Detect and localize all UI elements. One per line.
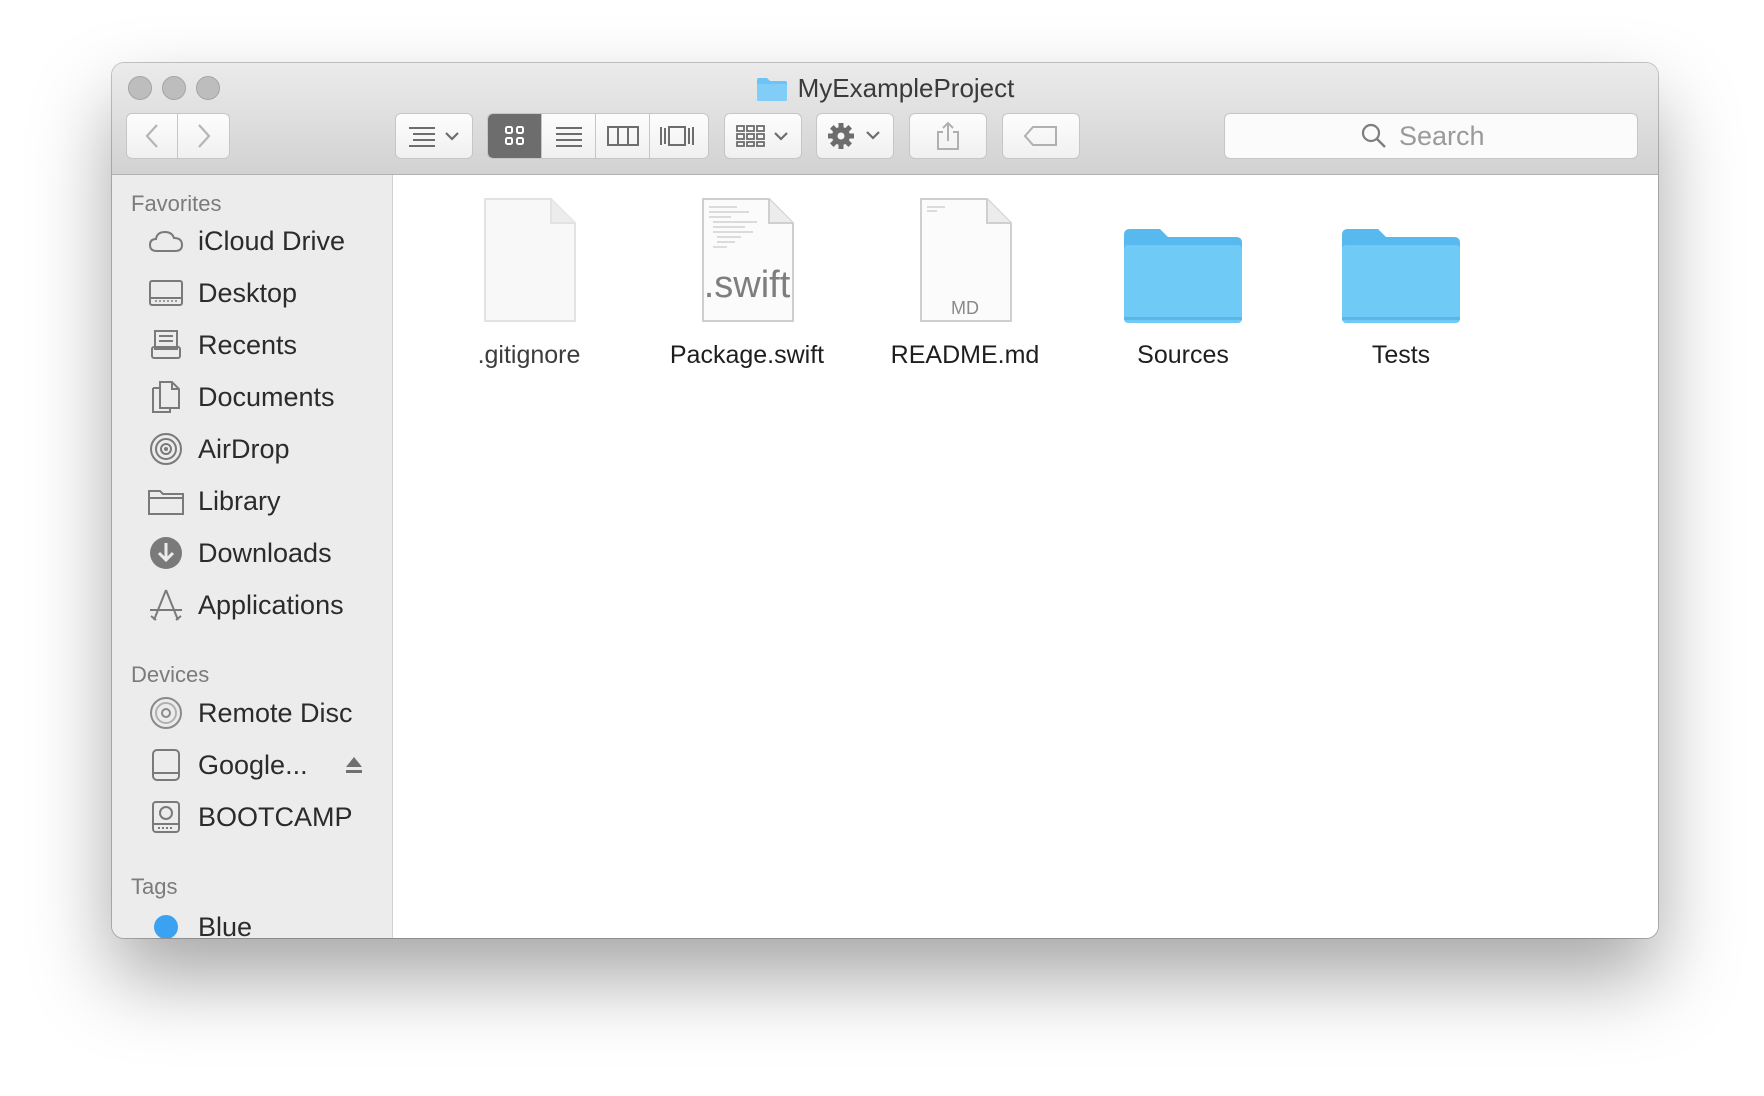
navigation-buttons: [126, 113, 230, 159]
arrange-menu-button[interactable]: [395, 113, 473, 159]
file-name: README.md: [890, 341, 1040, 369]
sidebar-item-applications[interactable]: Applications: [148, 583, 344, 627]
share-button[interactable]: [909, 113, 987, 159]
sidebar-item-google-drive[interactable]: Google...: [148, 743, 380, 787]
view-mode-control: [487, 113, 709, 159]
sidebar-item-recents[interactable]: Recents: [148, 323, 297, 367]
blank-file-icon: [484, 198, 576, 322]
chevron-right-icon: [197, 124, 210, 148]
group-icon: [736, 125, 788, 147]
sidebar-item-label: Library: [198, 485, 281, 516]
file-item-tests[interactable]: Tests: [1301, 185, 1501, 370]
drive-icon: [148, 747, 184, 783]
finder-window: MyExampleProject Search Favorites iCloud…: [112, 63, 1658, 938]
sidebar-item-remote-disc[interactable]: Remote Disc: [148, 691, 353, 735]
file-name: Sources: [1137, 341, 1229, 369]
file-name: Tests: [1371, 341, 1431, 369]
cloud-icon: [148, 223, 184, 259]
airdrop-icon: [148, 431, 184, 467]
sidebar-item-library[interactable]: Library: [148, 479, 281, 523]
columns-icon: [606, 126, 639, 146]
sidebar-section-devices: Devices: [131, 662, 210, 687]
sidebar-item-label: iCloud Drive: [198, 225, 346, 256]
desktop-icon: [148, 275, 184, 311]
sidebar-item-bootcamp[interactable]: BOOTCAMP: [148, 795, 353, 839]
search-input[interactable]: [1397, 119, 1501, 153]
applications-icon: [148, 587, 184, 623]
back-button[interactable]: [127, 114, 179, 158]
folder-icon: [756, 77, 787, 101]
sidebar-item-label: AirDrop: [198, 433, 290, 464]
search-field[interactable]: [1224, 113, 1638, 159]
sidebar-item-label: BOOTCAMP: [198, 801, 353, 832]
list-view-button[interactable]: [542, 114, 596, 158]
forward-button[interactable]: [178, 114, 229, 158]
sidebar-section-tags: Tags: [131, 874, 178, 899]
sidebar-item-airdrop[interactable]: AirDrop: [148, 427, 290, 471]
sidebar-item-desktop[interactable]: Desktop: [148, 271, 297, 315]
sidebar-item-label: Desktop: [198, 277, 298, 308]
downloads-icon: [148, 535, 184, 571]
icon-view-button[interactable]: [488, 114, 542, 158]
file-item-package-swift[interactable]: .swift Package.swift: [647, 185, 847, 370]
chevron-left-icon: [145, 124, 158, 148]
action-menu-button[interactable]: [816, 113, 894, 159]
file-name: .gitignore: [477, 341, 581, 369]
cover-flow-icon: [660, 126, 694, 146]
tag-button[interactable]: [1002, 113, 1080, 159]
sidebar-item-downloads[interactable]: Downloads: [148, 531, 332, 575]
sidebar-item-label: Documents: [198, 381, 335, 412]
list-options-icon: [409, 127, 459, 147]
titlebar: MyExampleProject: [112, 63, 1658, 175]
folder-icon: [1342, 229, 1460, 323]
eject-icon[interactable]: [344, 751, 364, 782]
sidebar-item-label: Recents: [198, 329, 298, 360]
sidebar-item-label: Applications: [198, 589, 344, 620]
sidebar-item-label: Google...: [198, 749, 308, 780]
file-name: Package.swift: [669, 341, 825, 369]
sidebar-item-label: Downloads: [198, 537, 332, 568]
sidebar: Favorites iCloud Drive Desktop Recents D…: [112, 175, 393, 938]
sidebar-section-favorites: Favorites: [131, 191, 222, 216]
folder-icon: [148, 483, 184, 519]
sidebar-item-label: Remote Disc: [198, 697, 353, 728]
disc-icon: [148, 695, 184, 731]
column-view-button[interactable]: [596, 114, 650, 158]
search-icon: [1361, 123, 1386, 148]
sidebar-item-label: Blue: [198, 911, 253, 939]
file-item-sources[interactable]: Sources: [1083, 185, 1283, 370]
tag-color-dot: [148, 909, 184, 938]
cover-flow-view-button[interactable]: [650, 114, 704, 158]
share-icon: [937, 121, 959, 150]
hard-drive-icon: [148, 799, 184, 835]
sidebar-item-icloud-drive[interactable]: iCloud Drive: [148, 219, 345, 263]
window-title: MyExampleProject: [797, 73, 1015, 103]
file-browser-area: .gitignore .swift Package.swift MD READM…: [393, 175, 1658, 938]
documents-icon: [148, 379, 184, 415]
grid-icon: [504, 126, 524, 145]
window-title-area: MyExampleProject: [112, 73, 1658, 104]
file-type-badge: MD: [951, 298, 979, 318]
group-menu-button[interactable]: [724, 113, 802, 159]
sidebar-item-tag-blue[interactable]: Blue: [148, 905, 252, 938]
sidebar-item-documents[interactable]: Documents: [148, 375, 335, 419]
folder-icon: [1124, 229, 1242, 323]
list-icon: [555, 127, 582, 147]
recents-icon: [148, 327, 184, 363]
file-type-badge: .swift: [703, 264, 791, 306]
tag-icon: [1023, 126, 1057, 146]
file-item-gitignore[interactable]: .gitignore: [429, 185, 629, 370]
gear-icon: [828, 123, 880, 149]
file-item-readme-md[interactable]: MD README.md: [865, 185, 1065, 370]
